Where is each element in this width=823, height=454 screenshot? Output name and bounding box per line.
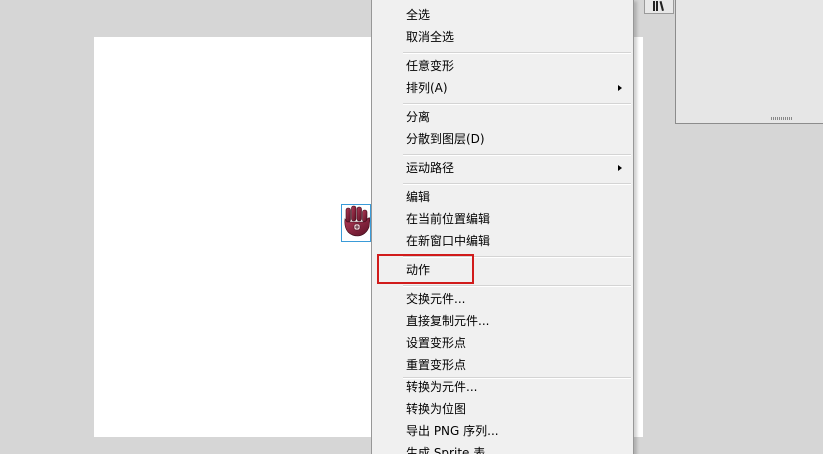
menu-item-label: 转换为位图 [406,402,467,416]
menu-item-break-apart[interactable]: 分离 [373,106,632,128]
menu-item-arrange[interactable]: 排列(A) [373,77,632,99]
menu-separator [403,52,631,54]
menu-item-convert-to-symbol[interactable]: 转换为元件... [373,376,632,398]
submenu-arrow-icon [618,85,622,91]
menu-item-label: 重置变形点 [406,358,467,372]
menu-item-free-transform[interactable]: 任意变形 [373,55,632,77]
selected-symbol-instance[interactable] [341,204,371,242]
menu-item-label: 在新窗口中编辑 [406,234,491,248]
menu-item-label: 设置变形点 [406,336,467,350]
menu-item-swap-symbol[interactable]: 交换元件... [373,288,632,310]
menu-item-generate-sprite-sheet[interactable]: 生成 Sprite 表... [373,442,632,454]
menu-separator [403,183,631,185]
menu-item-edit-in-new-window[interactable]: 在新窗口中编辑 [373,230,632,252]
docked-panel [675,0,823,124]
menu-item-label: 排列(A) [406,81,448,95]
context-menu: 全选 取消全选 任意变形 排列(A) 分离 分散到图层(D) 运动路径 编辑 在… [371,0,634,454]
menu-item-set-transform-point[interactable]: 设置变形点 [373,332,632,354]
menu-separator [403,285,631,287]
menu-item-label: 全选 [406,8,431,22]
menu-separator [403,154,631,156]
animate-workspace: 全选 取消全选 任意变形 排列(A) 分离 分散到图层(D) 运动路径 编辑 在… [0,0,823,454]
panel-resize-grip[interactable] [771,117,793,120]
menu-item-motion-path[interactable]: 运动路径 [373,157,632,179]
menu-item-deselect-all[interactable]: 取消全选 [373,26,632,48]
menu-item-distribute-to-layers[interactable]: 分散到图层(D) [373,128,632,150]
menu-item-edit[interactable]: 编辑 [373,186,632,208]
library-icon [653,1,664,11]
menu-item-reset-transform-point[interactable]: 重置变形点 [373,354,632,376]
menu-item-label: 分散到图层(D) [406,132,485,146]
menu-item-label: 编辑 [406,190,431,204]
submenu-arrow-icon [618,165,622,171]
menu-separator [403,256,631,258]
menu-item-label: 任意变形 [406,59,455,73]
menu-item-edit-in-place[interactable]: 在当前位置编辑 [373,208,632,230]
menu-item-label: 直接复制元件... [406,314,490,328]
menu-item-duplicate-symbol[interactable]: 直接复制元件... [373,310,632,332]
menu-separator [403,103,631,105]
menu-item-label: 分离 [406,110,431,124]
menu-item-convert-to-bitmap[interactable]: 转换为位图 [373,398,632,420]
menu-item-label: 动作 [406,263,431,277]
menu-item-label: 转换为元件... [406,380,478,394]
menu-item-label: 生成 Sprite 表... [406,446,497,454]
menu-item-actions[interactable]: 动作 [373,259,632,281]
menu-item-label: 运动路径 [406,161,455,175]
menu-item-label: 取消全选 [406,30,455,44]
library-panel-button[interactable] [644,0,674,14]
hand-icon [344,205,370,237]
menu-item-label: 交换元件... [406,292,466,306]
menu-item-label: 导出 PNG 序列... [406,424,499,438]
menu-item-select-all[interactable]: 全选 [373,4,632,26]
menu-item-label: 在当前位置编辑 [406,212,491,226]
menu-item-export-png-sequence[interactable]: 导出 PNG 序列... [373,420,632,442]
